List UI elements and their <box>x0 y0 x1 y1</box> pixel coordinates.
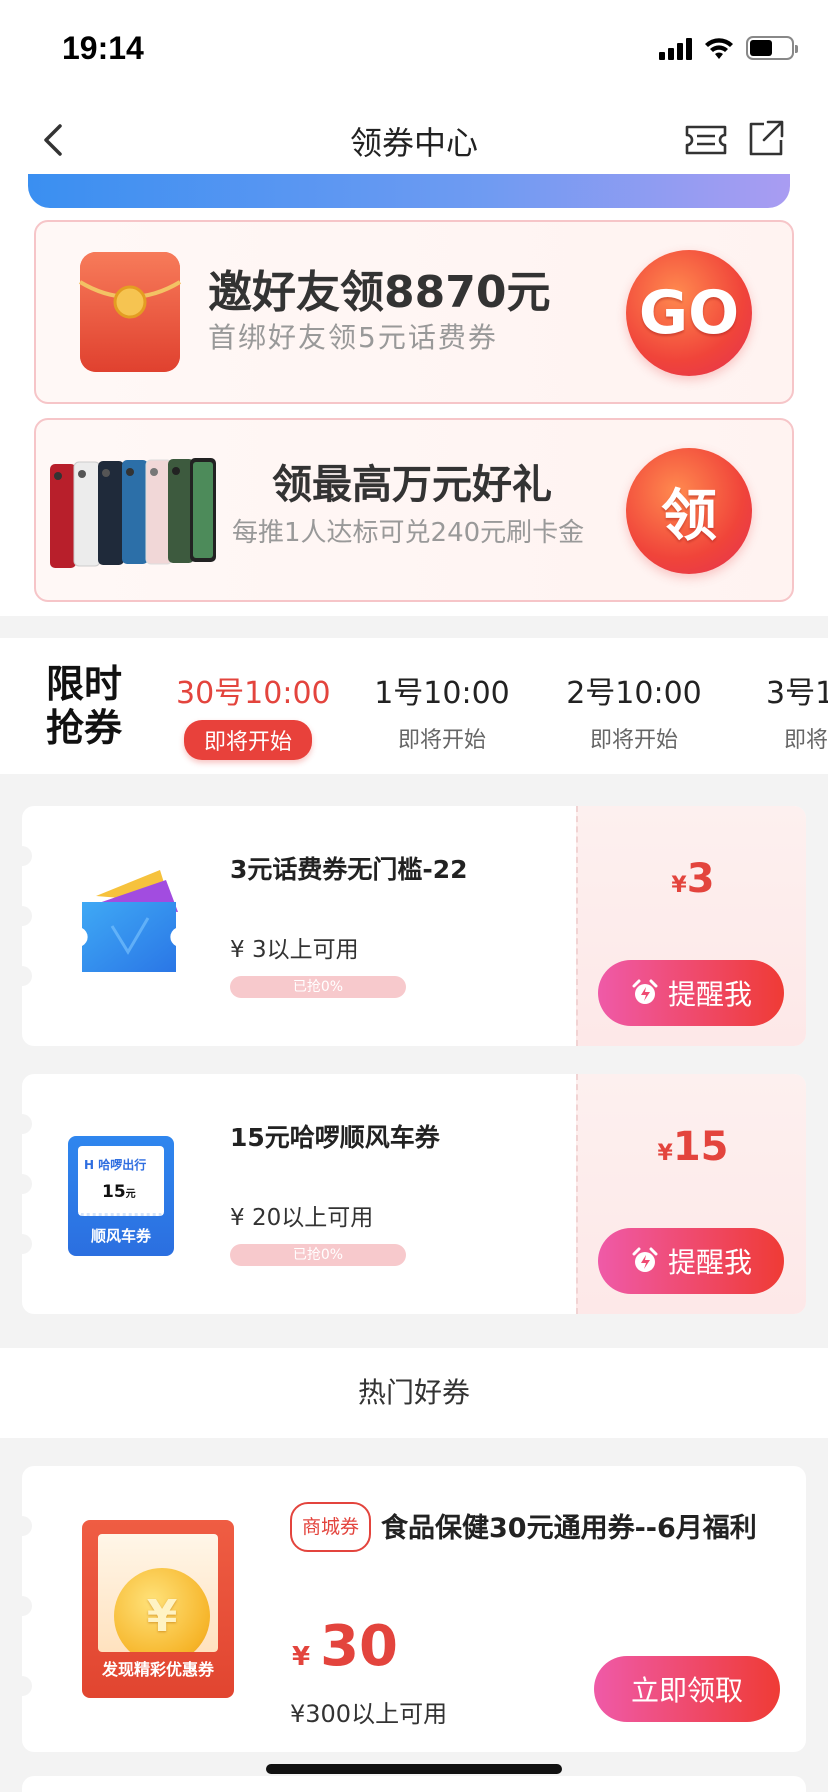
hello-brand-logo: H 哈啰出行 <box>84 1158 147 1172</box>
flash-sale-label: 限时 抢券 <box>46 662 132 750</box>
go-button[interactable]: GO <box>626 250 752 376</box>
flash-tab-1[interactable]: 1号10:00 即将开始 <box>372 668 512 754</box>
my-coupons-icon[interactable] <box>684 120 728 160</box>
coupon-condition: ¥ 20以上可用 <box>230 1205 374 1231</box>
hot-coupon-title: 商城券 食品保健30元通用券--6月福利 <box>290 1502 780 1552</box>
currency-symbol: ¥ <box>671 873 687 898</box>
promo-subtitle: 每推1人达标可兑240元刷卡金 <box>232 518 585 548</box>
gold-coin-icon: ¥ <box>114 1568 210 1652</box>
battery-icon <box>746 36 798 60</box>
coupon-notch <box>22 1174 32 1194</box>
remind-me-button[interactable]: 提醒我 <box>598 960 784 1026</box>
coupon-card[interactable]: H 哈啰出行 15元 顺风车券 15元哈啰顺风车券 ¥ 20以上可用 已抢0% … <box>22 1074 806 1314</box>
coupon-notch <box>22 1114 32 1134</box>
remind-me-button[interactable]: 提醒我 <box>598 1228 784 1294</box>
hello-brand-name: 哈啰出行 <box>98 1158 147 1172</box>
grab-progress: 已抢0% <box>230 976 406 998</box>
claim-gift-button[interactable]: 领 <box>626 448 752 574</box>
flash-tab-time: 3号10:00 <box>766 676 828 711</box>
hot-coupon-card[interactable]: ¥ 发现精彩优惠券 商城券 食品保健30元通用券--6月福利 ¥30 ¥300以上… <box>22 1466 806 1752</box>
banner-strip[interactable] <box>28 174 790 208</box>
coupon-promo-image-inner: ¥ <box>98 1534 218 1652</box>
remind-me-label: 提醒我 <box>667 1246 752 1279</box>
flash-tab-state: 即将开始 <box>183 720 312 760</box>
grab-progress: 已抢0% <box>230 1244 406 1266</box>
coupon-notch <box>22 1516 32 1536</box>
phone-credit-coupon-icon <box>82 870 178 972</box>
status-icons <box>659 36 798 60</box>
flash-tab-time: 2号10:00 <box>566 676 702 711</box>
alarm-clock-icon <box>632 1247 658 1272</box>
hot-coupon-amount: ¥30 <box>292 1614 398 1679</box>
alarm-clock-icon <box>632 979 658 1004</box>
coupon-name: 15元哈啰顺风车券 <box>230 1123 440 1152</box>
flash-tab-state: 即将开始 <box>397 728 486 753</box>
flash-tab-state: 即将开始 <box>784 728 828 753</box>
hot-coupon-title-text: 食品保健30元通用券--6月福利 <box>381 1513 757 1544</box>
mall-coupon-tag: 商城券 <box>290 1502 372 1552</box>
hello-amount-unit: 元 <box>125 1189 136 1200</box>
flash-tab-30[interactable]: 30号10:00 即将开始 <box>176 668 331 760</box>
hello-ticket: H 哈啰出行 15元 <box>78 1146 164 1216</box>
wifi-icon <box>705 38 733 59</box>
flash-tab-3[interactable]: 3号10:00 即将开始 <box>766 668 828 754</box>
coupon-amount: ¥3 <box>578 856 806 902</box>
go-button-label: GO <box>638 278 740 348</box>
flash-tab-clip: 3号10:00 即将开始 <box>766 638 828 774</box>
referral-gift-banner[interactable]: 领最高万元好礼 每推1人达标可兑240元刷卡金 领 <box>34 418 794 602</box>
coupon-amount-value: 3 <box>686 856 715 902</box>
claim-now-button[interactable]: 立即领取 <box>594 1656 780 1722</box>
flash-tab-time: 30号10:00 <box>176 676 331 711</box>
promo-area: 邀好友领8870元 首绑好友领5元话费券 GO 领最高万元好礼 每推1人达标可兑… <box>0 174 828 616</box>
coupon-notch <box>22 906 32 926</box>
hot-coupon-condition: ¥300以上可用 <box>290 1700 448 1728</box>
status-bar: 19:14 <box>0 0 828 96</box>
red-envelope-icon <box>78 252 182 372</box>
flash-tab-state: 即将开始 <box>589 728 678 753</box>
next-coupon-card[interactable] <box>22 1776 806 1792</box>
claim-gift-button-label: 领 <box>661 483 717 549</box>
hello-ride-coupon-image: H 哈啰出行 15元 顺风车券 <box>68 1136 174 1256</box>
flash-sale-label-line1: 限时 <box>46 662 123 706</box>
nav-bar: 领券中心 <box>0 96 828 184</box>
coupon-promo-image: ¥ 发现精彩优惠券 <box>82 1520 234 1698</box>
flash-tab-time: 1号10:00 <box>374 676 510 711</box>
coupon-action-area: ¥15 提醒我 <box>576 1074 806 1314</box>
flash-sale-bar: 限时 抢券 30号10:00 即将开始 1号10:00 即将开始 2号10:00… <box>0 638 828 774</box>
coupon-notch <box>22 966 32 986</box>
share-icon[interactable] <box>746 116 786 160</box>
remind-me-label: 提醒我 <box>667 978 752 1011</box>
cellular-signal-icon <box>659 38 692 60</box>
hot-coupon-amount-value: 30 <box>320 1614 399 1679</box>
flash-sale-label-line2: 抢券 <box>46 706 123 750</box>
coupon-name: 3元话费券无门槛-22 <box>230 855 468 884</box>
home-indicator[interactable] <box>266 1764 562 1774</box>
coupon-amount: ¥15 <box>578 1124 806 1170</box>
coupon-notch <box>22 1676 32 1696</box>
coupon-action-area: ¥3 提醒我 <box>576 806 806 1046</box>
promo-title: 邀好友领8870元 <box>208 267 551 318</box>
promo-title: 领最高万元好礼 <box>272 462 552 508</box>
gold-coin-symbol: ¥ <box>146 1590 178 1642</box>
currency-symbol: ¥ <box>292 1642 311 1672</box>
coupon-amount-value: 15 <box>672 1124 729 1170</box>
coupon-card[interactable]: 3元话费券无门槛-22 ¥ 3以上可用 已抢0% ¥3 提醒我 <box>22 806 806 1046</box>
phones-image <box>50 458 216 568</box>
status-time: 19:14 <box>62 30 144 66</box>
coupon-notch <box>22 1596 32 1616</box>
hot-coupons-header: 热门好券 <box>0 1348 828 1438</box>
coupon-notch <box>22 1234 32 1254</box>
flash-tab-2[interactable]: 2号10:00 即将开始 <box>564 668 704 754</box>
coupon-promo-image-label: 发现精彩优惠券 <box>101 1660 214 1679</box>
coupon-notch <box>22 846 32 866</box>
promo-subtitle: 首绑好友领5元话费券 <box>208 321 498 354</box>
coupon-condition: ¥ 3以上可用 <box>230 937 359 963</box>
hello-amount: 15元 <box>102 1182 136 1202</box>
hello-label: 顺风车券 <box>90 1227 151 1245</box>
invite-friends-banner[interactable]: 邀好友领8870元 首绑好友领5元话费券 GO <box>34 220 794 404</box>
currency-symbol: ¥ <box>657 1141 673 1166</box>
hello-amount-value: 15 <box>102 1182 126 1202</box>
